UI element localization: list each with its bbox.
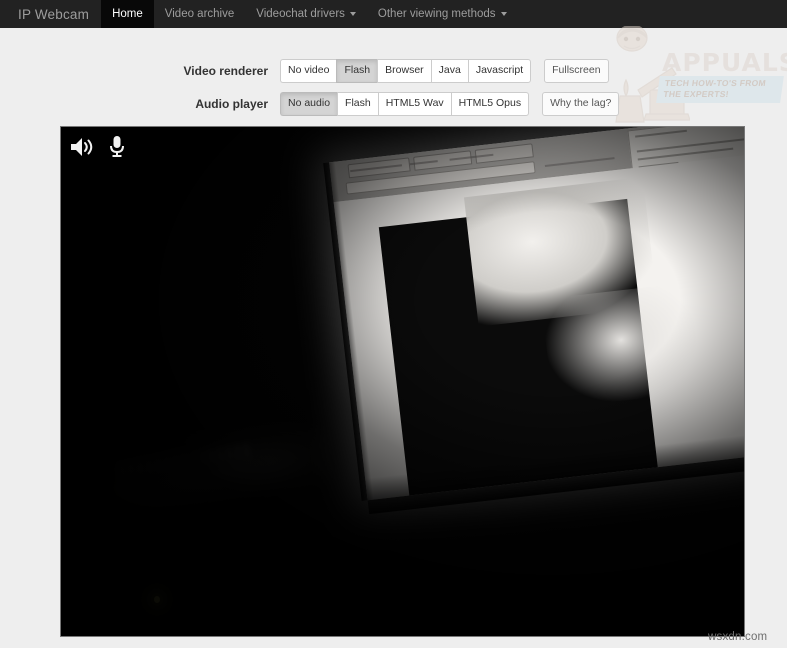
fullscreen-group: Fullscreen [544,59,609,83]
keyboard-keys [119,443,250,478]
button-java[interactable]: Java [430,59,468,83]
chevron-down-icon [349,12,356,16]
monitor-toolbar-line [544,157,615,168]
nav-item-home[interactable]: Home [101,0,154,28]
button-fullscreen[interactable]: Fullscreen [544,59,609,83]
monitor-tab [474,143,534,164]
audio-player-mode-group: No audio Flash HTML5 Wav HTML5 Opus [280,92,530,116]
video-content-monitor [323,127,744,515]
monitor-dialog-line [636,137,744,153]
button-html5-wav[interactable]: HTML5 Wav [377,92,451,116]
top-navbar: IP Webcam Home Video archive Videochat d… [0,0,787,28]
nav-item-home-label: Home [112,8,143,20]
monitor-glow-highlight [540,282,703,409]
nav-item-other-viewing-methods-label: Other viewing methods [377,8,496,20]
nav-item-video-archive[interactable]: Video archive [154,0,245,28]
microphone-icon[interactable] [109,135,125,159]
button-flash-video[interactable]: Flash [336,59,378,83]
audio-player-button-groups: No audio Flash HTML5 Wav HTML5 Opus Why … [280,92,632,116]
button-browser[interactable]: Browser [377,59,431,83]
button-no-video[interactable]: No video [280,59,337,83]
site-watermark: wsxdn.com [708,631,768,643]
brand-label: IP Webcam [18,6,90,22]
button-no-audio[interactable]: No audio [280,92,338,116]
video-content-keyboard [77,412,335,522]
button-javascript[interactable]: Javascript [467,59,532,83]
audio-player-label: Audio player [195,97,268,111]
audio-player-row: Audio player No audio Flash HTML5 Wav HT… [0,91,787,117]
speaker-volume-icon[interactable] [69,135,95,159]
nav-item-other-viewing-methods[interactable]: Other viewing methods [367,0,518,28]
video-renderer-mode-group: No video Flash Browser Java Javascript [280,59,532,83]
why-the-lag-group: Why the lag? [542,92,620,116]
video-overlay-controls [69,135,125,159]
button-flash-audio[interactable]: Flash [337,92,378,116]
button-why-the-lag[interactable]: Why the lag? [542,92,620,116]
video-renderer-label: Video renderer [183,64,268,78]
brand-ip-webcam[interactable]: IP Webcam [0,0,101,28]
video-content-led-indicator [154,596,160,603]
nav-item-videochat-drivers[interactable]: Videochat drivers [245,0,367,28]
video-renderer-button-groups: No video Flash Browser Java Javascript F… [280,59,622,83]
monitor-dialog-line [635,129,687,138]
chevron-down-icon [500,12,507,16]
video-stream-canvas [61,127,744,636]
video-renderer-row: Video renderer No video Flash Browser Ja… [0,58,787,84]
button-html5-opus[interactable]: HTML5 Opus [450,92,530,116]
nav-item-videochat-drivers-label: Videochat drivers [256,8,345,20]
nav-item-video-archive-label: Video archive [164,8,235,20]
monitor-tab [413,150,473,171]
video-stream-frame[interactable] [60,126,745,637]
